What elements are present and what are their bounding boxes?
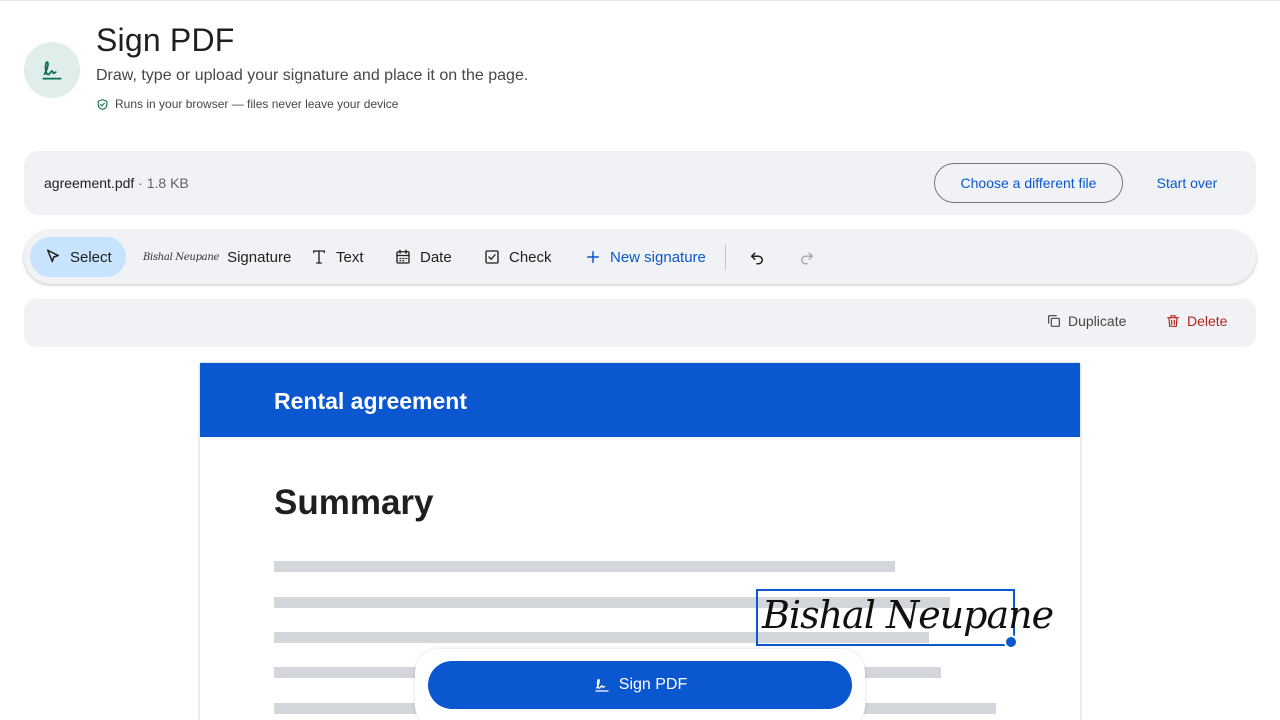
- tool-text[interactable]: Text: [310, 237, 364, 277]
- signature-preview: Bishal Neupane: [143, 251, 220, 263]
- tool-signature[interactable]: Bishal Neupane Signature: [143, 237, 291, 277]
- file-bar: agreement.pdf · 1.8 KB Choose a differen…: [24, 151, 1256, 215]
- file-info: agreement.pdf · 1.8 KB: [44, 175, 189, 191]
- copy-icon: [1048, 315, 1060, 327]
- privacy-note-text: Runs in your browser — files never leave…: [115, 97, 399, 111]
- toolbar-divider: [725, 244, 726, 270]
- duplicate-label: Duplicate: [1068, 313, 1127, 329]
- new-signature-button[interactable]: New signature: [584, 237, 706, 277]
- signature-icon: [42, 61, 62, 80]
- privacy-note: Runs in your browser — files never leave…: [96, 97, 398, 111]
- cursor-icon: [47, 249, 59, 263]
- undo-button[interactable]: [741, 241, 773, 273]
- duplicate-button[interactable]: Duplicate: [1046, 313, 1126, 329]
- delete-button[interactable]: Delete: [1165, 313, 1227, 329]
- app-icon: [24, 42, 80, 98]
- document-banner-title: Rental agreement: [274, 388, 468, 414]
- redo-icon: [801, 252, 813, 265]
- placed-signature-text: Bishal Neupane: [762, 593, 1054, 637]
- tool-date[interactable]: Date: [394, 237, 452, 277]
- sign-pdf-label: Sign PDF: [618, 676, 688, 693]
- choose-different-file-button[interactable]: Choose a different file: [934, 163, 1123, 203]
- tool-select-label: Select: [70, 248, 112, 266]
- document-heading: Summary: [274, 483, 434, 522]
- checkbox-icon: [485, 250, 499, 264]
- selection-actions-bar: Duplicate Delete: [24, 299, 1256, 347]
- undo-icon: [751, 252, 763, 265]
- new-signature-label: New signature: [610, 248, 706, 266]
- page-subtitle: Draw, type or upload your signature and …: [96, 67, 529, 84]
- placed-signature[interactable]: Bishal Neupane: [756, 589, 1054, 646]
- tool-text-label: Text: [336, 248, 364, 266]
- trash-icon: [1167, 315, 1179, 327]
- file-size: · 1.8 KB: [134, 175, 189, 191]
- plus-icon: [587, 251, 599, 263]
- sign-pdf-button[interactable]: Sign PDF: [428, 661, 852, 709]
- start-over-button[interactable]: Start over: [1138, 163, 1236, 203]
- resize-handle[interactable]: [1004, 635, 1018, 649]
- tool-check[interactable]: Check: [483, 237, 552, 277]
- calendar-icon: [396, 249, 410, 264]
- file-name: agreement.pdf: [44, 175, 135, 191]
- redo-button[interactable]: [791, 241, 823, 273]
- tool-signature-label: Signature: [227, 248, 292, 266]
- tool-toolbar: Select Bishal Neupane Signature Text Dat…: [24, 230, 1256, 284]
- text-line-placeholder: [274, 561, 895, 572]
- tool-date-label: Date: [420, 248, 452, 266]
- signature-icon: [595, 678, 609, 692]
- delete-label: Delete: [1187, 313, 1228, 329]
- text-icon: [313, 250, 325, 264]
- tool-check-label: Check: [509, 248, 552, 266]
- page-title: Sign PDF: [96, 22, 235, 58]
- shield-check-icon: [97, 98, 108, 110]
- document-banner: Rental agreement: [200, 363, 1080, 437]
- tool-select[interactable]: Select: [30, 237, 126, 277]
